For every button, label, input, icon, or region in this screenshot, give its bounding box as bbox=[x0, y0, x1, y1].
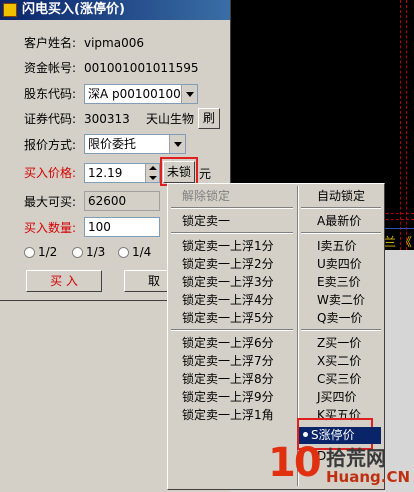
customer-value: vipma006 bbox=[84, 36, 144, 50]
menu-item-latest[interactable]: A最新价 bbox=[317, 213, 361, 229]
radio-circle-icon[interactable] bbox=[24, 247, 35, 258]
security-label: 证券代码: bbox=[24, 112, 77, 126]
watermark-number: 10 bbox=[268, 440, 322, 486]
quote-method-value: 限价委托 bbox=[88, 137, 137, 151]
account-label: 资金帐号: bbox=[24, 61, 77, 75]
dialog-titlebar[interactable]: 闪电买入(涨停价) bbox=[0, 0, 230, 20]
shareholder-select[interactable]: 深A p00100100201 bbox=[84, 84, 198, 104]
radio-third[interactable]: 1/3 bbox=[72, 245, 105, 259]
chart-corner-text: 兰 《 bbox=[384, 235, 412, 249]
menu-separator bbox=[171, 207, 293, 209]
app-icon bbox=[3, 3, 17, 17]
radio-quarter[interactable]: 1/4 bbox=[118, 245, 151, 259]
menu-item-lock-up8[interactable]: 锁定卖一上浮8分 bbox=[182, 371, 274, 387]
max-buy-label: 最大可买: bbox=[24, 195, 77, 209]
chevron-down-icon[interactable] bbox=[169, 135, 185, 153]
chevron-down-icon[interactable] bbox=[181, 85, 197, 103]
menu-item-unlock[interactable]: 解除锁定 bbox=[182, 188, 230, 204]
customer-label: 客户姓名: bbox=[24, 36, 77, 50]
quantity-label: 买入数量: bbox=[24, 221, 77, 235]
menu-item-lock-up5[interactable]: 锁定卖一上浮5分 bbox=[182, 310, 274, 326]
max-buy-value: 62600 bbox=[88, 194, 127, 208]
menu-separator bbox=[171, 329, 293, 331]
menu-separator bbox=[301, 207, 381, 209]
radio-circle-icon[interactable] bbox=[72, 247, 83, 258]
menu-separator bbox=[301, 329, 381, 331]
buy-button[interactable]: 买 入 bbox=[26, 270, 102, 292]
radio-circle-icon[interactable] bbox=[118, 247, 129, 258]
menu-item-lock-up1[interactable]: 锁定卖一上浮1分 bbox=[182, 238, 274, 254]
menu-item-lock-up7[interactable]: 锁定卖一上浮7分 bbox=[182, 353, 274, 369]
security-name: 天山生物 bbox=[146, 112, 195, 126]
account-value: 001001001011595 bbox=[84, 61, 199, 75]
menu-item-ask2[interactable]: W卖二价 bbox=[317, 292, 365, 308]
menu-separator bbox=[301, 232, 381, 234]
menu-item-ask1[interactable]: Q卖一价 bbox=[317, 310, 362, 326]
menu-item-bid3[interactable]: C买三价 bbox=[317, 371, 361, 387]
menu-item-lock-up1jiao[interactable]: 锁定卖一上浮1角 bbox=[182, 407, 274, 423]
quantity-value: 100 bbox=[88, 220, 111, 234]
quote-label: 报价方式: bbox=[24, 138, 77, 152]
price-label: 买入价格: bbox=[24, 166, 77, 180]
price-unit: 元 bbox=[199, 167, 212, 181]
price-spinner[interactable] bbox=[145, 164, 159, 182]
security-code: 300313 bbox=[84, 112, 130, 126]
menu-item-lock-up9[interactable]: 锁定卖一上浮9分 bbox=[182, 389, 274, 405]
menu-item-lock-up2[interactable]: 锁定卖一上浮2分 bbox=[182, 256, 274, 272]
menu-item-bid1[interactable]: Z买一价 bbox=[317, 335, 361, 351]
watermark-logo: 10 拾荒网 Huang.CN bbox=[268, 440, 414, 492]
menu-item-bid2[interactable]: X买二价 bbox=[317, 353, 361, 369]
price-input[interactable]: 12.19 bbox=[84, 163, 160, 183]
radio-half[interactable]: 1/2 bbox=[24, 245, 57, 259]
menu-item-lock-ask1[interactable]: 锁定卖一 bbox=[182, 213, 230, 229]
menu-item-ask3[interactable]: E卖三价 bbox=[317, 274, 361, 290]
price-value: 12.19 bbox=[88, 166, 123, 180]
quote-method-select[interactable]: 限价委托 bbox=[84, 134, 186, 154]
menu-item-ask4[interactable]: U卖四价 bbox=[317, 256, 362, 272]
menu-item-ask5[interactable]: I卖五价 bbox=[317, 238, 357, 254]
menu-item-lock-up3[interactable]: 锁定卖一上浮3分 bbox=[182, 274, 274, 290]
menu-item-lock-up4[interactable]: 锁定卖一上浮4分 bbox=[182, 292, 274, 308]
watermark-url: Huang.CN bbox=[326, 468, 411, 486]
max-buy-field: 62600 bbox=[84, 191, 160, 211]
watermark-cn: 拾荒网 bbox=[326, 446, 386, 470]
dialog-title: 闪电买入(涨停价) bbox=[22, 2, 125, 17]
menu-separator bbox=[171, 232, 293, 234]
bullet-icon bbox=[303, 432, 308, 437]
shareholder-label: 股东代码: bbox=[24, 87, 77, 101]
refresh-button[interactable]: 刷 bbox=[198, 108, 220, 129]
lock-button[interactable]: 未锁 bbox=[163, 161, 195, 183]
menu-item-lock-up6[interactable]: 锁定卖一上浮6分 bbox=[182, 335, 274, 351]
menu-item-auto-lock[interactable]: 自动锁定 bbox=[317, 188, 365, 204]
quantity-input[interactable]: 100 bbox=[84, 217, 160, 237]
menu-item-bid4[interactable]: J买四价 bbox=[317, 389, 357, 405]
